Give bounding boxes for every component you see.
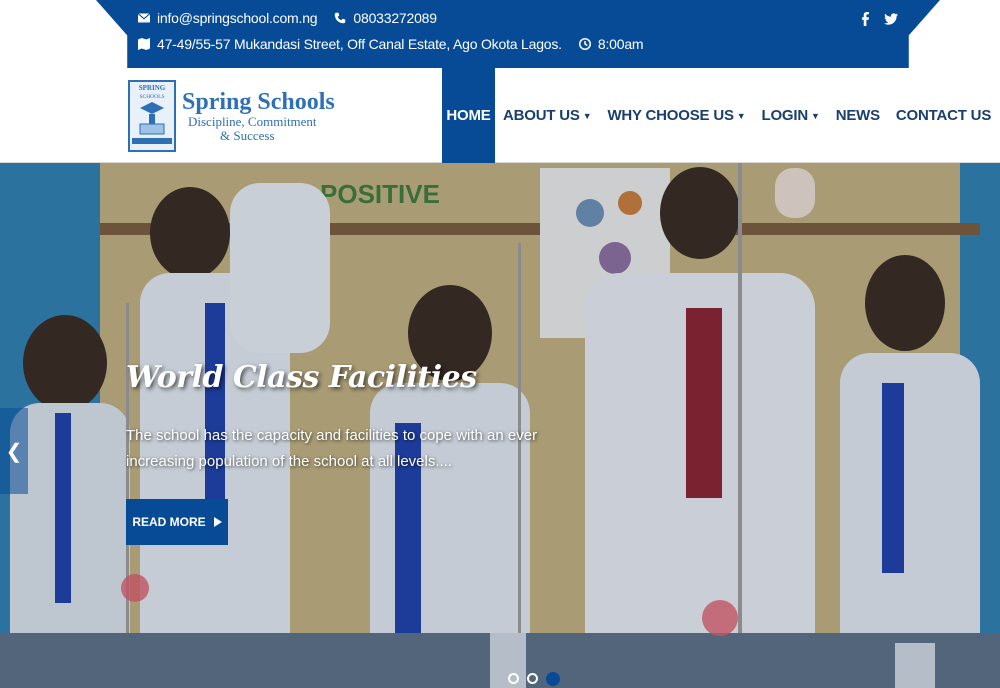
main-nav: HOME ABOUT US ▼ WHY CHOOSE US ▼ LOGIN ▼ NEW… — [442, 68, 999, 163]
slider-prev-button[interactable]: ❮ — [0, 408, 28, 494]
school-crest-icon: SPRING SCHOOLS — [128, 80, 176, 152]
envelope-icon — [137, 11, 151, 25]
chevron-down-icon: ▼ — [810, 110, 820, 121]
read-more-button[interactable]: READ MORE — [126, 499, 228, 545]
social-links — [858, 10, 898, 28]
site-logo[interactable]: SPRING SCHOOLS Spring Schools Discipline… — [128, 78, 438, 154]
chevron-left-icon: ❮ — [5, 440, 23, 463]
slider-pagination — [508, 672, 560, 686]
brand-tagline-2: & Success — [220, 128, 275, 143]
play-arrow-icon — [213, 517, 222, 527]
slider-dot-3[interactable] — [546, 672, 560, 686]
hero-slider: POSITIVE ❮ World Class Facilities The sc… — [0, 163, 1000, 688]
brand-tagline: Discipline, Commitment — [188, 114, 317, 129]
chevron-down-icon: ▼ — [582, 110, 592, 121]
nav-item-contact-us[interactable]: CONTACT US — [888, 68, 999, 163]
hero-description: The school has the capacity and faciliti… — [126, 427, 538, 470]
opening-hours: 8:00am — [597, 36, 644, 52]
twitter-icon[interactable] — [884, 10, 898, 28]
brand-name: Spring Schools — [182, 89, 335, 115]
chevron-down-icon: ▼ — [736, 110, 746, 121]
brand-text: Spring Schools Discipline, Commitment & … — [182, 89, 335, 143]
top-contact-bar: info@springschool.com.ng 08033272089 47-… — [0, 0, 1000, 68]
contact-row: info@springschool.com.ng 08033272089 — [137, 10, 437, 26]
address-row: 47-49/55-57 Mukandasi Street, Off Canal … — [137, 36, 644, 52]
slider-dot-1[interactable] — [508, 673, 519, 684]
nav-item-why-choose-us[interactable]: WHY CHOOSE US ▼ — [599, 68, 753, 163]
email-link[interactable]: info@springschool.com.ng — [157, 10, 318, 26]
slider-dot-2[interactable] — [527, 673, 538, 684]
svg-text:SCHOOLS: SCHOOLS — [139, 94, 164, 100]
phone-number[interactable]: 08033272089 — [353, 10, 437, 26]
site-header: SPRING SCHOOLS Spring Schools Discipline… — [0, 68, 1000, 163]
svg-text:SPRING: SPRING — [139, 84, 166, 92]
read-more-label: READ MORE — [132, 515, 206, 529]
nav-item-about-us[interactable]: ABOUT US ▼ — [495, 68, 599, 163]
facebook-icon[interactable] — [858, 10, 872, 28]
nav-item-news[interactable]: NEWS — [828, 68, 888, 163]
hero-title: World Class Facilities — [126, 360, 477, 395]
phone-icon — [333, 11, 347, 25]
clock-icon — [578, 37, 592, 51]
nav-item-home[interactable]: HOME — [442, 68, 495, 163]
address-text: 47-49/55-57 Mukandasi Street, Off Canal … — [157, 36, 562, 52]
nav-item-login[interactable]: LOGIN ▼ — [753, 68, 827, 163]
map-icon — [137, 37, 151, 51]
